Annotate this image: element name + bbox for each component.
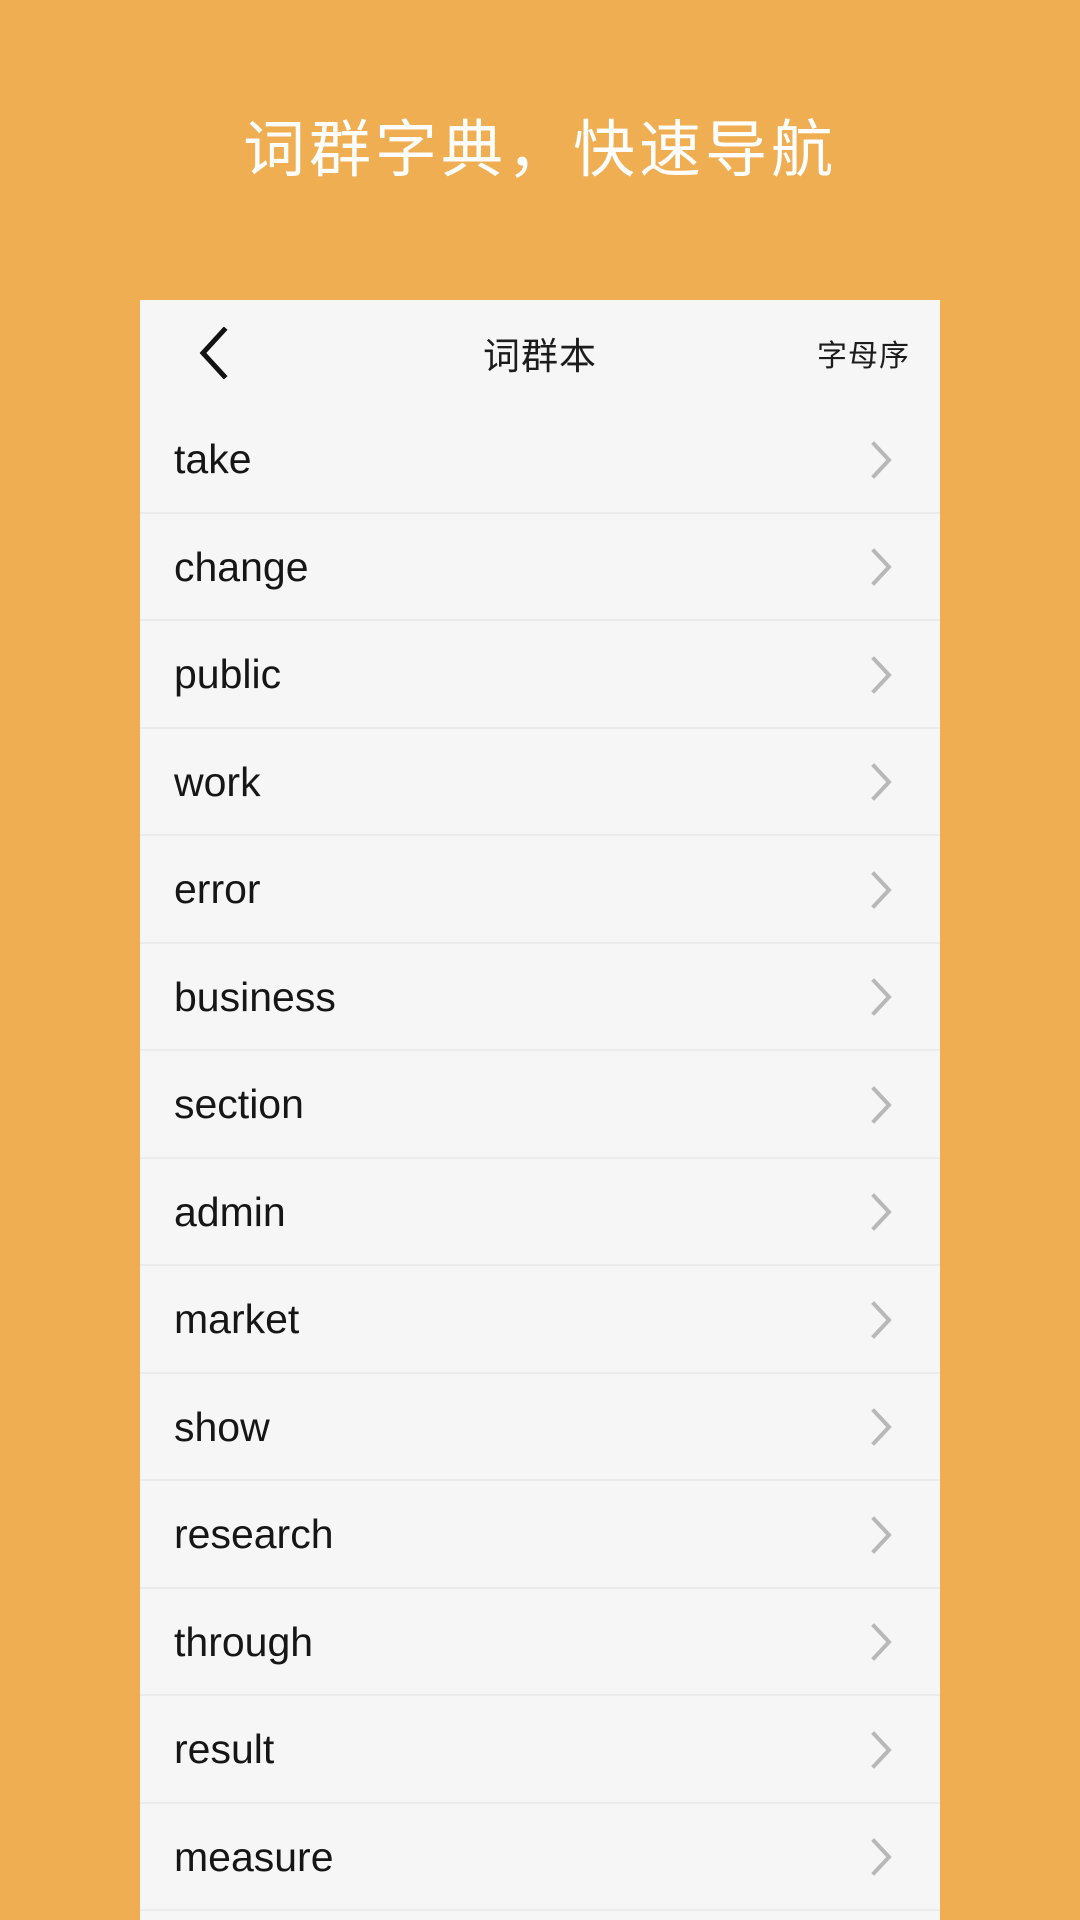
list-item-label: through: [174, 1622, 313, 1663]
list-item[interactable]: work: [140, 729, 940, 837]
list-item[interactable]: take: [140, 406, 940, 514]
list-item-label: change: [174, 547, 309, 588]
chevron-right-icon: [862, 547, 902, 587]
list-item-label: public: [174, 654, 281, 695]
list-item[interactable]: result: [140, 1696, 940, 1804]
chevron-left-icon: [198, 327, 228, 379]
chevron-right-icon: [862, 1730, 902, 1770]
list-item[interactable]: research: [140, 1481, 940, 1589]
chevron-right-icon: [862, 1622, 902, 1662]
chevron-right-icon: [862, 655, 902, 695]
chevron-right-icon: [862, 1407, 902, 1447]
page-title-text: 词群本: [483, 326, 597, 380]
chevron-right-icon: [862, 977, 902, 1017]
list-item-label: result: [174, 1729, 274, 1770]
list-item-label: error: [174, 869, 261, 910]
promo-heading: 词群字典，快速导航: [0, 0, 1080, 300]
chevron-right-icon: [862, 440, 902, 480]
chevron-right-icon: [862, 1192, 902, 1232]
list-item-label: show: [174, 1407, 270, 1448]
chevron-right-icon: [862, 762, 902, 802]
list-item[interactable]: business: [140, 944, 940, 1052]
back-button[interactable]: [168, 300, 258, 406]
list-item[interactable]: public: [140, 621, 940, 729]
phone-screen-card: 词群本 字母序 take change public work: [140, 300, 940, 1920]
sort-order-label: 字母序: [817, 331, 910, 375]
list-item-label: business: [174, 977, 336, 1018]
chevron-right-icon: [862, 1085, 902, 1125]
list-item[interactable]: section: [140, 1051, 940, 1159]
promo-heading-text: 词群字典，快速导航: [243, 119, 837, 181]
chevron-right-icon: [862, 870, 902, 910]
word-group-list: take change public work error: [140, 406, 940, 1911]
sort-order-button[interactable]: 字母序: [817, 300, 910, 406]
nav-bar: 词群本 字母序: [140, 300, 940, 406]
chevron-right-icon: [862, 1515, 902, 1555]
list-item[interactable]: error: [140, 836, 940, 944]
list-item[interactable]: through: [140, 1589, 940, 1697]
list-item-label: measure: [174, 1837, 334, 1878]
list-item-label: section: [174, 1084, 304, 1125]
list-item-label: take: [174, 439, 252, 480]
list-item-label: admin: [174, 1192, 286, 1233]
list-item[interactable]: market: [140, 1266, 940, 1374]
chevron-right-icon: [862, 1837, 902, 1877]
list-item[interactable]: change: [140, 514, 940, 622]
list-item-label: research: [174, 1514, 334, 1555]
list-item-label: work: [174, 762, 261, 803]
list-item[interactable]: show: [140, 1374, 940, 1482]
list-item-label: market: [174, 1299, 299, 1340]
list-item[interactable]: admin: [140, 1159, 940, 1267]
chevron-right-icon: [862, 1300, 902, 1340]
list-item[interactable]: measure: [140, 1804, 940, 1912]
